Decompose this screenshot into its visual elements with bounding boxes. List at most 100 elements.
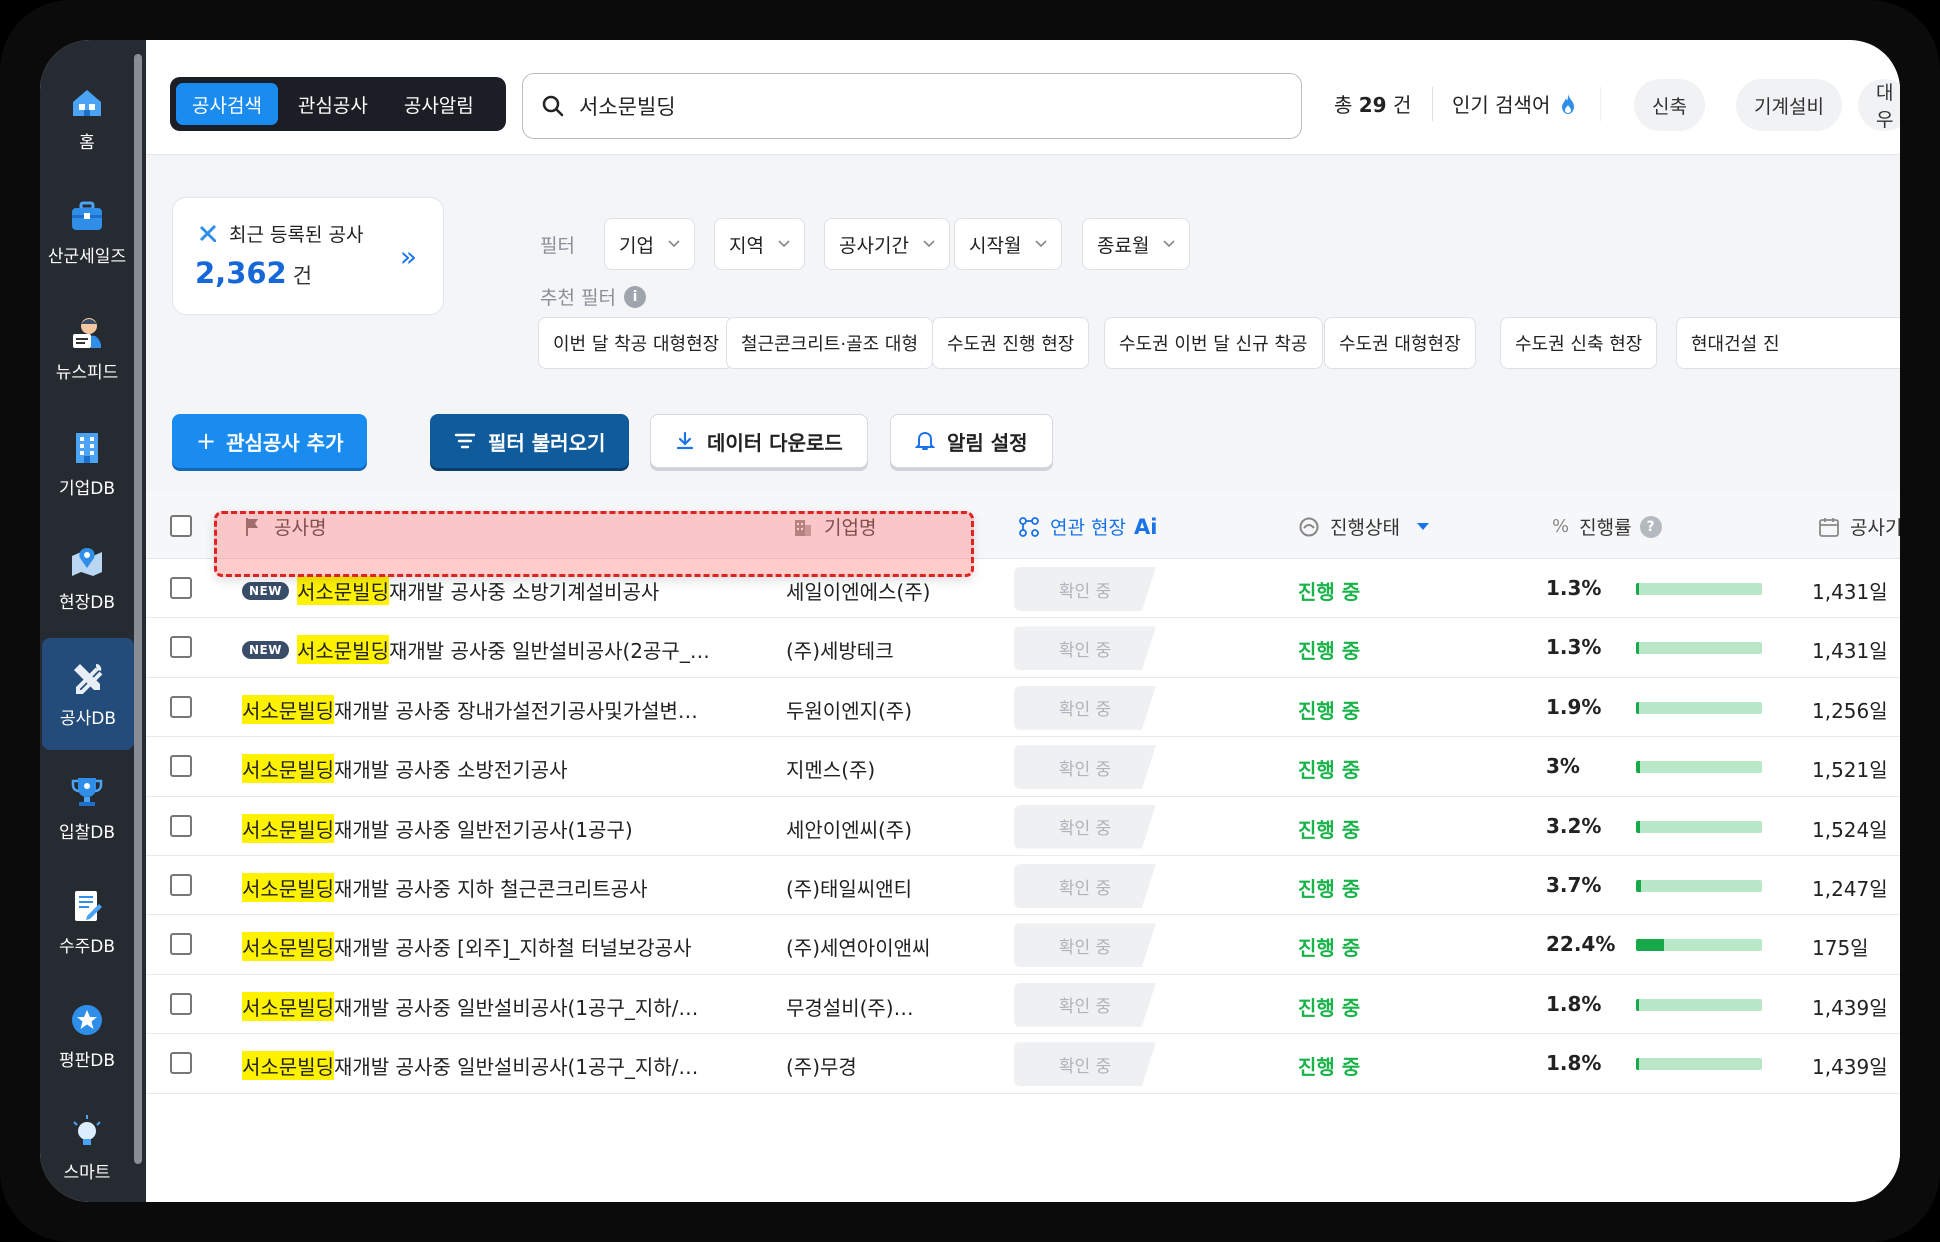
select-all-checkbox[interactable] xyxy=(170,515,192,537)
sidebar-item-home[interactable]: 홈 xyxy=(40,62,134,174)
row-checkbox[interactable] xyxy=(170,755,192,778)
filter-label: 필터 xyxy=(540,235,575,257)
table-row[interactable]: 서소문빌딩 재개발 공사중 일반설비공사(1공구_지하/… 무경설비(주)… 확인… xyxy=(146,975,1900,1035)
recommend-filter-chip[interactable]: 이번 달 착공 대형현장 xyxy=(538,317,735,369)
filter-end-month-dropdown[interactable]: 종료월 xyxy=(1082,218,1191,270)
table-row[interactable]: 서소문빌딩 재개발 공사중 일반설비공사(1공구_지하/… (주)무경 확인 중 … xyxy=(146,1034,1900,1094)
company-name[interactable]: (주)세방테크 xyxy=(786,635,894,664)
company-name[interactable]: (주)세연아이앤씨 xyxy=(786,932,930,961)
tab-favorite-construction[interactable]: 관심공사 xyxy=(282,83,384,125)
help-icon[interactable]: ? xyxy=(1639,515,1662,538)
sidebar-item-reputation-db[interactable]: 평판DB xyxy=(40,980,134,1092)
column-header-period[interactable]: 공사기 xyxy=(1818,513,1900,540)
table-row[interactable]: 서소문빌딩 재개발 공사중 [외주]_지하철 터널보강공사 (주)세연아이앤씨 확… xyxy=(146,915,1900,975)
sidebar-item-newsfeed[interactable]: 뉴스피드 xyxy=(40,292,134,404)
double-chevron-right-icon[interactable]: » xyxy=(400,240,417,273)
construction-name[interactable]: 서소문빌딩 재개발 공사중 지하 철근콘크리트공사 xyxy=(242,873,647,902)
recent-title: 최근 등록된 공사 xyxy=(229,224,364,246)
progress-percent: 1.9% xyxy=(1546,694,1602,719)
row-checkbox[interactable] xyxy=(170,933,192,956)
search-highlight: 서소문빌딩 xyxy=(242,813,334,843)
row-checkbox[interactable] xyxy=(170,992,192,1015)
tab-construction-alerts[interactable]: 공사알림 xyxy=(388,83,490,125)
download-data-button[interactable]: 데이터 다운로드 xyxy=(650,414,868,468)
sidebar-item-company-db[interactable]: 기업DB xyxy=(40,408,134,520)
row-checkbox[interactable] xyxy=(170,1052,192,1075)
sidebar-item-smart[interactable]: 스마트 xyxy=(40,1092,134,1202)
progress-bar xyxy=(1636,583,1762,595)
construction-name[interactable]: 서소문빌딩 재개발 공사중 [외주]_지하철 터널보강공사 xyxy=(242,932,691,962)
row-checkbox[interactable] xyxy=(170,695,192,718)
company-name[interactable]: 세안이엔씨(주) xyxy=(786,814,912,843)
row-checkbox[interactable] xyxy=(170,577,192,599)
popular-chip[interactable]: 대우 xyxy=(1858,79,1900,131)
filter-region-dropdown[interactable]: 지역 xyxy=(714,218,805,270)
construction-name[interactable]: 서소문빌딩 재개발 공사중 장내가설전기공사및가설변… xyxy=(242,694,698,724)
progress-status: 진행 중 xyxy=(1298,995,1361,1020)
popular-chip[interactable]: 신축 xyxy=(1634,79,1705,131)
filter-start-month-dropdown[interactable]: 시작월 xyxy=(954,218,1063,270)
sidebar-item-order-db[interactable]: 수주DB xyxy=(40,866,134,978)
company-name[interactable]: (주)무경 xyxy=(786,1051,857,1080)
fire-icon xyxy=(1562,93,1575,114)
related-site-status: 확인 중 xyxy=(1014,626,1156,671)
company-name[interactable]: 세일이엔에스(주) xyxy=(786,576,930,605)
popular-chip[interactable]: 기계설비 xyxy=(1736,79,1842,131)
construction-name[interactable]: NEW 서소문빌딩 재개발 공사중 일반설비공사(2공구_… xyxy=(242,635,710,665)
construction-name-rest: 재개발 공사중 장내가설전기공사및가설변… xyxy=(334,698,698,723)
info-icon[interactable]: i xyxy=(623,285,646,308)
recommend-filter-label-row: 추천 필터 i xyxy=(540,283,646,310)
recommend-filter-chip[interactable]: 수도권 신축 현장 xyxy=(1500,317,1658,369)
table-row[interactable]: 서소문빌딩 재개발 공사중 장내가설전기공사및가설변… 두원이엔지(주) 확인 중… xyxy=(146,678,1900,738)
construction-name[interactable]: 서소문빌딩 재개발 공사중 일반설비공사(1공구_지하/… xyxy=(242,1051,698,1081)
sidebar-item-bid-db[interactable]: 입찰DB xyxy=(40,752,134,864)
row-checkbox[interactable] xyxy=(170,814,192,837)
search-highlight: 서소문빌딩 xyxy=(242,1051,334,1081)
recent-count: 2,362 건 xyxy=(195,256,312,290)
company-name[interactable]: 지멘스(주) xyxy=(786,754,875,783)
table-row[interactable]: 서소문빌딩 재개발 공사중 소방전기공사 지멘스(주) 확인 중 진행 중 3% … xyxy=(146,737,1900,797)
sidebar-item-site-db[interactable]: 현장DB xyxy=(40,522,134,634)
company-name[interactable]: (주)태일씨앤티 xyxy=(786,873,912,902)
recommend-filter-chip[interactable]: 현대건설 진 xyxy=(1676,317,1900,369)
load-filter-label: 필터 불러오기 xyxy=(488,430,606,455)
construction-name[interactable]: 서소문빌딩 재개발 공사중 일반설비공사(1공구_지하/… xyxy=(242,991,698,1021)
sidebar-scrollbar[interactable] xyxy=(134,54,142,1164)
search-box[interactable] xyxy=(522,73,1302,139)
construction-name[interactable]: 서소문빌딩 재개발 공사중 소방전기공사 xyxy=(242,754,568,784)
recommend-filter-chip[interactable]: 철근콘크리트·골조 대형 xyxy=(726,317,934,369)
tab-construction-search[interactable]: 공사검색 xyxy=(176,83,278,125)
search-input[interactable] xyxy=(579,94,1259,118)
sidebar-item-sales[interactable]: 산군세일즈 xyxy=(40,176,134,288)
recommend-filter-chip[interactable]: 수도권 이번 달 신규 착공 xyxy=(1104,317,1323,369)
row-checkbox[interactable] xyxy=(170,874,192,896)
company-name[interactable]: 두원이엔지(주) xyxy=(786,695,912,724)
column-header-related-site[interactable]: 연관 현장 Ai xyxy=(1018,513,1157,540)
search-highlight: 서소문빌딩 xyxy=(296,576,389,605)
load-filter-button[interactable]: 필터 불러오기 xyxy=(430,414,630,468)
chevron-down-icon xyxy=(778,240,790,248)
alert-settings-button[interactable]: 알림 설정 xyxy=(890,414,1053,468)
row-checkbox[interactable] xyxy=(170,636,192,659)
company-name[interactable]: 무경설비(주)… xyxy=(786,992,914,1021)
add-favorite-button[interactable]: + 관심공사 추가 xyxy=(172,414,368,468)
column-header-progress[interactable]: % 진행률 ? xyxy=(1552,513,1662,540)
recommend-filter-chip[interactable]: 수도권 진행 현장 xyxy=(932,317,1090,369)
table-row[interactable]: 서소문빌딩 재개발 공사중 지하 철근콘크리트공사 (주)태일씨앤티 확인 중 진… xyxy=(146,856,1900,916)
filter-period-dropdown[interactable]: 공사기간 xyxy=(824,218,950,270)
caret-down-icon[interactable] xyxy=(1416,522,1430,532)
sidebar-item-construction-db[interactable]: 공사DB xyxy=(42,638,134,750)
related-site-status: 확인 중 xyxy=(1014,1042,1156,1087)
table-row[interactable]: 서소문빌딩 재개발 공사중 일반전기공사(1공구) 세안이엔씨(주) 확인 중 진… xyxy=(146,797,1900,856)
filter-company-dropdown[interactable]: 기업 xyxy=(604,218,695,270)
column-header-status[interactable]: 진행상태 xyxy=(1298,513,1430,540)
construction-period-days: 1,256일 xyxy=(1812,698,1888,723)
sidebar: 홈 산군세일즈 뉴스피드 기업DB 현장DB 공사DB 입찰DB 수주DB 평판… xyxy=(40,40,146,1202)
recent-construction-card[interactable]: 최근 등록된 공사 2,362 건 » xyxy=(172,197,444,315)
recommend-filter-chip[interactable]: 수도권 대형현장 xyxy=(1324,317,1476,369)
construction-name[interactable]: 서소문빌딩 재개발 공사중 일반전기공사(1공구) xyxy=(242,813,633,843)
construction-name[interactable]: NEW 서소문빌딩 재개발 공사중 소방기계설비공사 xyxy=(242,576,659,605)
sidebar-item-label: 평판DB xyxy=(58,1050,116,1071)
table-row[interactable]: NEW 서소문빌딩 재개발 공사중 일반설비공사(2공구_… (주)세방테크 확인 … xyxy=(146,618,1900,678)
construction-period-days: 1,521일 xyxy=(1812,758,1888,783)
